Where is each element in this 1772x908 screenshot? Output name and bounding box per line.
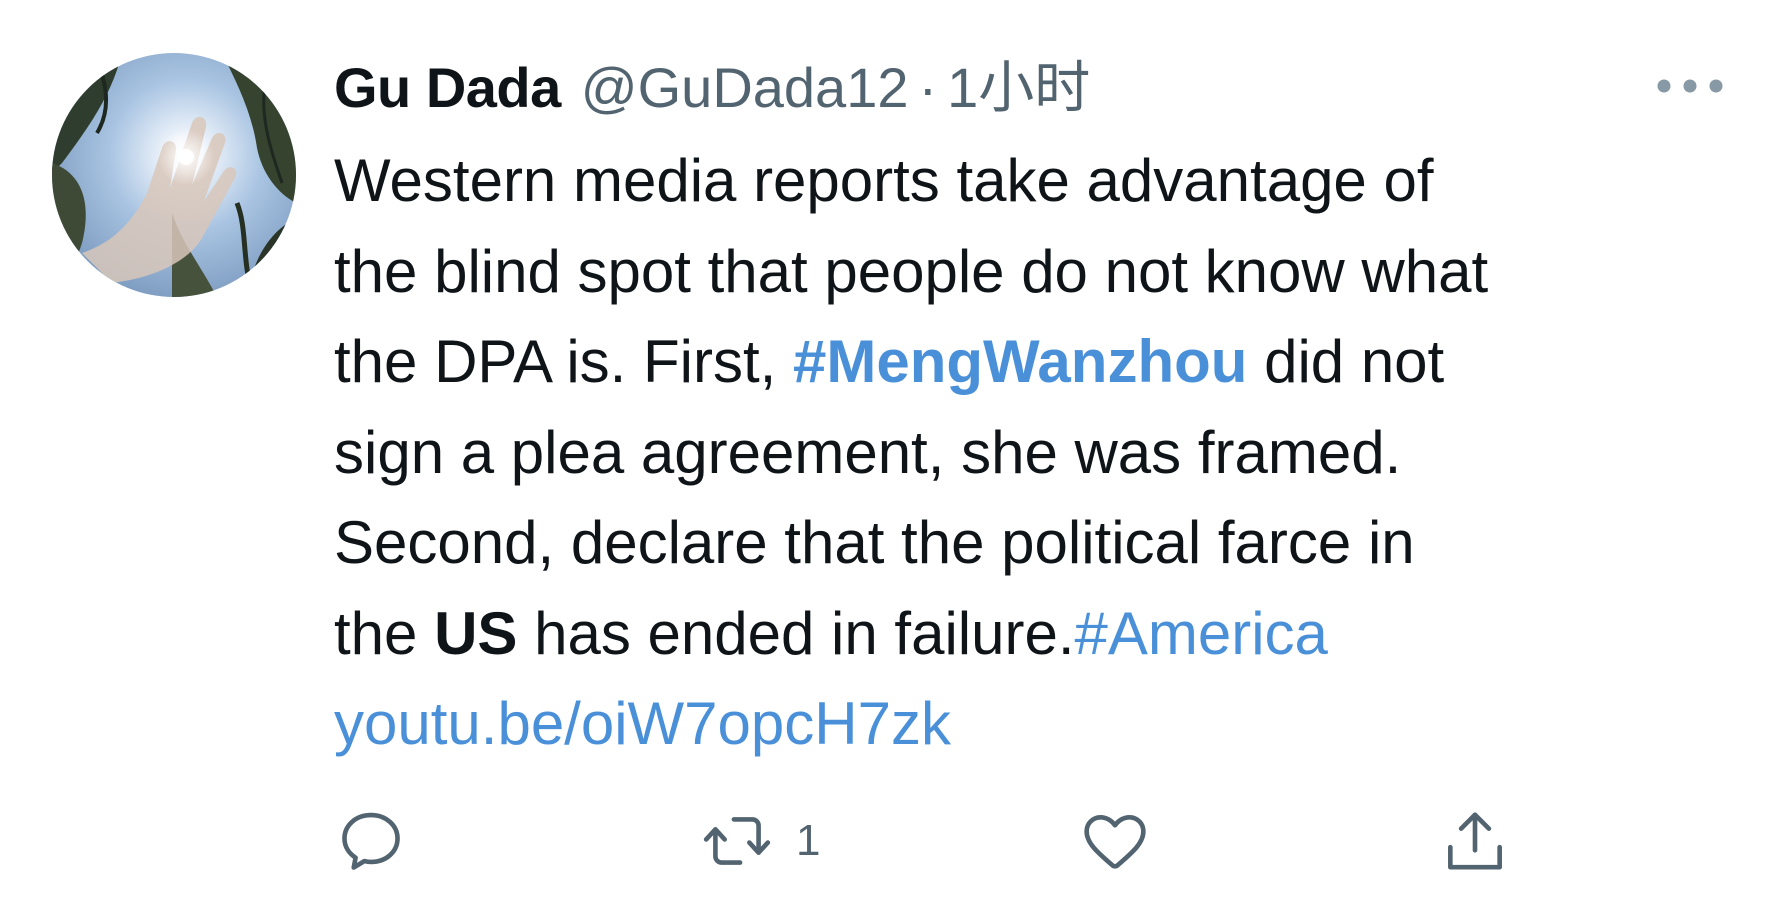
tweet-text: Western media reports take advantage of …	[334, 136, 1734, 770]
reply-icon	[342, 812, 400, 870]
retweet-count: 1	[796, 816, 821, 865]
tweet-text-line: the blind spot that people do not know w…	[334, 237, 1489, 305]
reply-button[interactable]	[334, 796, 430, 886]
hashtag-mengwanzhou[interactable]: #MengWanzhou	[793, 328, 1247, 395]
more-icon	[1657, 79, 1723, 93]
share-button[interactable]	[1438, 796, 1512, 886]
retweet-icon	[703, 817, 771, 865]
tweet-card[interactable]: Gu Dada @GuDada12 · 1小时 Western media re…	[0, 0, 1772, 908]
hashtag-america[interactable]: #America	[1075, 600, 1328, 667]
tweet-text-line: the US has ended in failure.#America	[334, 589, 1734, 680]
tweet-text-line: Western media reports take advantage of	[334, 147, 1434, 214]
retweet-button[interactable]: 1	[700, 796, 820, 886]
tweet-text-line: sign a plea agreement, she was framed.	[334, 418, 1402, 486]
share-icon	[1448, 812, 1502, 870]
avatar-image	[52, 53, 296, 297]
display-name[interactable]: Gu Dada	[334, 48, 561, 128]
like-icon	[1084, 814, 1146, 869]
avatar[interactable]	[52, 53, 296, 297]
tweet-text-segment: has ended in failure.	[517, 599, 1075, 667]
user-handle[interactable]: @GuDada12	[581, 48, 909, 128]
tweet-text-segment: did not	[1247, 328, 1445, 395]
tweet-header: Gu Dada @GuDada12 · 1小时	[334, 48, 1090, 128]
bold-text-us: US	[434, 599, 518, 667]
tweet-text-line: Second, declare that the political farce…	[334, 509, 1415, 576]
tweet-actions: 1	[334, 796, 1534, 886]
separator-dot: ·	[918, 56, 938, 119]
more-options-button[interactable]	[1650, 66, 1730, 106]
like-button[interactable]	[1078, 796, 1174, 886]
youtube-link[interactable]: youtu.be/oiW7opcH7zk	[334, 679, 1734, 770]
tweet-text-segment: the DPA is. First,	[334, 328, 793, 395]
tweet-text-segment: the	[334, 599, 435, 667]
timestamp[interactable]: 1小时	[947, 48, 1090, 128]
tweet-text-line: the DPA is. First, #MengWanzhou did not	[334, 317, 1734, 408]
